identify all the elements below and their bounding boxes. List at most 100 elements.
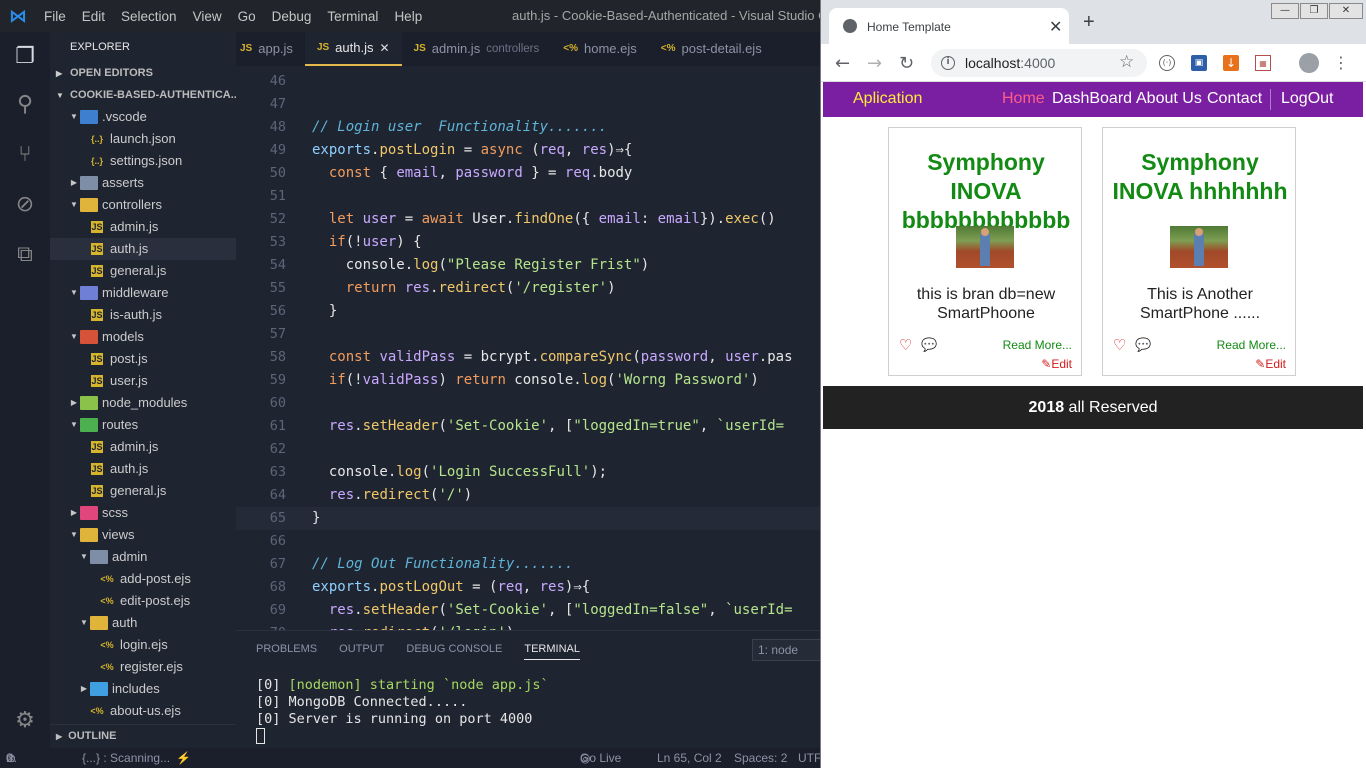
nav-dashboard[interactable]: DashBoard bbox=[1052, 90, 1132, 108]
menu-edit[interactable]: Edit bbox=[74, 9, 113, 24]
browser-tab[interactable]: Home Template ✕ bbox=[829, 8, 1069, 44]
code-line[interactable]: 61 res.setHeader('Set-Cookie', ["loggedI… bbox=[236, 415, 820, 438]
chrome-menu-icon[interactable]: ⋮ bbox=[1333, 55, 1349, 71]
debug-icon[interactable]: ⊘ bbox=[11, 190, 39, 218]
encoding[interactable]: UTF bbox=[798, 748, 821, 768]
profile-avatar[interactable] bbox=[1299, 53, 1319, 73]
tree-file[interactable]: JS general.js bbox=[50, 480, 236, 502]
tree-file[interactable]: JS admin.js bbox=[50, 436, 236, 458]
tree-file[interactable]: <% about-us.ejs bbox=[50, 700, 236, 722]
code-line[interactable]: 56 } bbox=[236, 300, 820, 323]
forward-arrow-icon[interactable]: → bbox=[867, 53, 882, 74]
code-line[interactable]: 65} bbox=[236, 507, 820, 530]
save-extension-icon[interactable]: ▣ bbox=[1191, 55, 1207, 71]
code-line[interactable]: 48 // Login user Functionality....... bbox=[236, 116, 820, 139]
maximize-button[interactable]: ❐ bbox=[1300, 3, 1328, 19]
code-line[interactable]: 51 bbox=[236, 185, 820, 208]
nav-logout[interactable]: LogOut bbox=[1281, 90, 1333, 108]
tree-file[interactable]: JS user.js bbox=[50, 370, 236, 392]
tab-admin-js[interactable]: JS admin.js controllers bbox=[402, 32, 552, 66]
close-icon[interactable]: ✕ bbox=[379, 32, 389, 65]
tree-folder[interactable]: ▼ views bbox=[50, 524, 236, 546]
code-line[interactable]: 63 console.log('Login SuccessFull'); bbox=[236, 461, 820, 484]
tree-file[interactable]: <% add-post.ejs bbox=[50, 568, 236, 590]
tab-problems[interactable]: PROBLEMS bbox=[256, 643, 317, 660]
reload-icon[interactable]: ↻ bbox=[899, 53, 914, 74]
menu-file[interactable]: File bbox=[36, 9, 74, 24]
read-more-link[interactable]: Read More... bbox=[1003, 338, 1072, 352]
comment-icon[interactable]: 💬 bbox=[921, 337, 937, 353]
code-line[interactable]: 47 bbox=[236, 93, 820, 116]
tree-file[interactable]: <% register.ejs bbox=[50, 656, 236, 678]
settings-gear-icon[interactable]: ⚙ bbox=[11, 706, 39, 734]
new-tab-button[interactable]: + bbox=[1083, 12, 1095, 32]
nav-home[interactable]: Home bbox=[1002, 90, 1045, 108]
code-line[interactable]: 52 let user = await User.findOne({ email… bbox=[236, 208, 820, 231]
info-icon[interactable]: i bbox=[941, 56, 955, 70]
code-line[interactable]: 62 bbox=[236, 438, 820, 461]
tab-app-js[interactable]: JS app.js bbox=[236, 32, 305, 66]
open-editors-section[interactable]: ▶ OPEN EDITORS bbox=[50, 62, 236, 84]
tree-folder[interactable]: ▶ includes bbox=[50, 678, 236, 700]
tree-folder[interactable]: ▶ node_modules bbox=[50, 392, 236, 414]
tree-folder[interactable]: ▶ scss bbox=[50, 502, 236, 524]
code-line[interactable]: 54 console.log("Please Register Frist") bbox=[236, 254, 820, 277]
code-line[interactable]: 55 return res.redirect('/register') bbox=[236, 277, 820, 300]
tree-folder[interactable]: ▶ asserts bbox=[50, 172, 236, 194]
menu-debug[interactable]: Debug bbox=[264, 9, 320, 24]
nav-contact[interactable]: Contact bbox=[1207, 90, 1262, 108]
read-more-link[interactable]: Read More... bbox=[1217, 338, 1286, 352]
tree-file[interactable]: {..} settings.json bbox=[50, 150, 236, 172]
indentation[interactable]: Spaces: 2 bbox=[734, 748, 787, 768]
code-line[interactable]: 53 if(!user) { bbox=[236, 231, 820, 254]
code-line[interactable]: 49 exports.postLogin = async (req, res)⇒{ bbox=[236, 139, 820, 162]
calendar-extension-icon[interactable]: ▦ bbox=[1255, 55, 1271, 71]
heart-icon[interactable]: ♡ bbox=[1113, 336, 1126, 354]
tab-debug-console[interactable]: DEBUG CONSOLE bbox=[406, 643, 502, 660]
code-line[interactable]: 67 // Log Out Functionality....... bbox=[236, 553, 820, 576]
code-line[interactable]: 69 res.setHeader('Set-Cookie', ["loggedI… bbox=[236, 599, 820, 622]
menu-help[interactable]: Help bbox=[386, 9, 430, 24]
tree-file[interactable]: <% login.ejs bbox=[50, 634, 236, 656]
address-bar[interactable]: i localhost:4000 ☆ bbox=[931, 49, 1147, 77]
extension-icon[interactable]: (·) bbox=[1159, 55, 1175, 71]
close-window-button[interactable]: ✕ bbox=[1329, 3, 1363, 19]
tree-folder[interactable]: ▼ .vscode bbox=[50, 106, 236, 128]
code-line[interactable]: 57 bbox=[236, 323, 820, 346]
code-line[interactable]: 60 bbox=[236, 392, 820, 415]
menu-go[interactable]: Go bbox=[230, 9, 264, 24]
tab-output[interactable]: OUTPUT bbox=[339, 643, 384, 660]
menu-view[interactable]: View bbox=[185, 9, 230, 24]
heart-icon[interactable]: ♡ bbox=[899, 336, 912, 354]
edit-link[interactable]: ✎Edit bbox=[1041, 357, 1072, 371]
tree-file[interactable]: <% edit-post.ejs bbox=[50, 590, 236, 612]
tab-terminal[interactable]: TERMINAL bbox=[524, 643, 580, 660]
tree-folder[interactable]: ▼ routes bbox=[50, 414, 236, 436]
tree-file[interactable]: {..} launch.json bbox=[50, 128, 236, 150]
explorer-icon[interactable]: ❐ bbox=[11, 42, 39, 70]
close-tab-icon[interactable]: ✕ bbox=[1049, 17, 1062, 36]
source-control-icon[interactable]: ⑂ bbox=[11, 140, 39, 168]
download-extension-icon[interactable]: ↓ bbox=[1223, 55, 1239, 71]
project-section[interactable]: ▼ COOKIE-BASED-AUTHENTICA... bbox=[50, 84, 236, 106]
comment-icon[interactable]: 💬 bbox=[1135, 337, 1151, 353]
terminal-output[interactable]: [0] [nodemon] starting `node app.js` [0] … bbox=[256, 677, 549, 745]
tab-post-detail-ejs[interactable]: <% post-detail.ejs bbox=[649, 32, 774, 66]
code-line[interactable]: 46 bbox=[236, 70, 820, 93]
tree-file[interactable]: JS general.js bbox=[50, 260, 236, 282]
minimize-button[interactable]: — bbox=[1271, 3, 1299, 19]
back-arrow-icon[interactable]: ← bbox=[835, 53, 850, 74]
code-line[interactable]: 66 bbox=[236, 530, 820, 553]
code-line[interactable]: 50 const { email, password } = req.body bbox=[236, 162, 820, 185]
tree-file[interactable]: JS is-auth.js bbox=[50, 304, 236, 326]
search-icon[interactable]: ⚲ bbox=[11, 90, 39, 118]
tab-auth-js[interactable]: JS auth.js ✕ bbox=[304, 32, 402, 66]
menu-selection[interactable]: Selection bbox=[113, 9, 185, 24]
tree-file[interactable]: JS post.js bbox=[50, 348, 236, 370]
edit-link[interactable]: ✎Edit bbox=[1255, 357, 1286, 371]
code-line[interactable]: 68 exports.postLogOut = (req, res)⇒{ bbox=[236, 576, 820, 599]
tree-folder[interactable]: ▼ auth bbox=[50, 612, 236, 634]
code-line[interactable]: 59 if(!validPass) return console.log('Wo… bbox=[236, 369, 820, 392]
tree-file-selected[interactable]: JS auth.js bbox=[50, 238, 236, 260]
bookmark-star-icon[interactable]: ☆ bbox=[1119, 52, 1134, 72]
